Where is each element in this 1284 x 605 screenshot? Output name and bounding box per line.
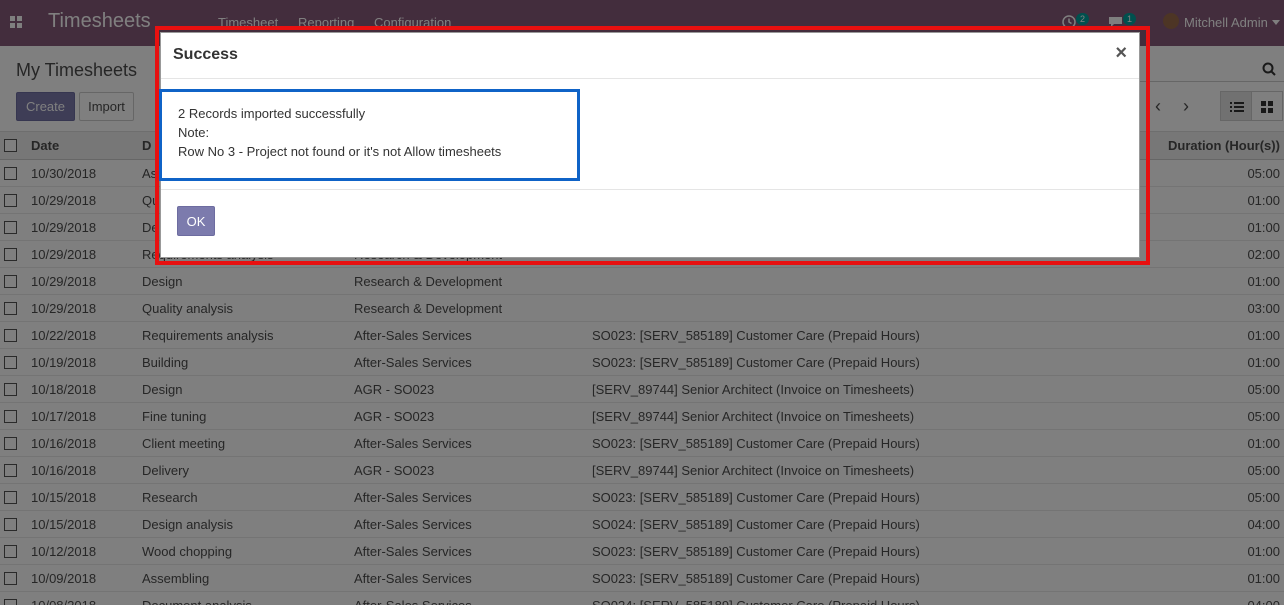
close-icon[interactable]: ×: [1115, 42, 1127, 65]
dialog-header: Success ×: [161, 33, 1139, 79]
message-box: 2 Records imported successfully Note: Ro…: [159, 89, 580, 181]
dialog-body: 2 Records imported successfully Note: Ro…: [159, 79, 1139, 190]
success-dialog: Success × 2 Records imported successfull…: [159, 32, 1140, 258]
ok-button[interactable]: OK: [177, 206, 215, 236]
message-line: Row No 3 - Project not found or it's not…: [178, 144, 502, 159]
message-line: 2 Records imported successfully: [178, 106, 366, 121]
dialog-footer: OK: [161, 190, 1139, 258]
message-line: Note:: [178, 125, 210, 140]
dialog-title: Success: [173, 46, 238, 63]
